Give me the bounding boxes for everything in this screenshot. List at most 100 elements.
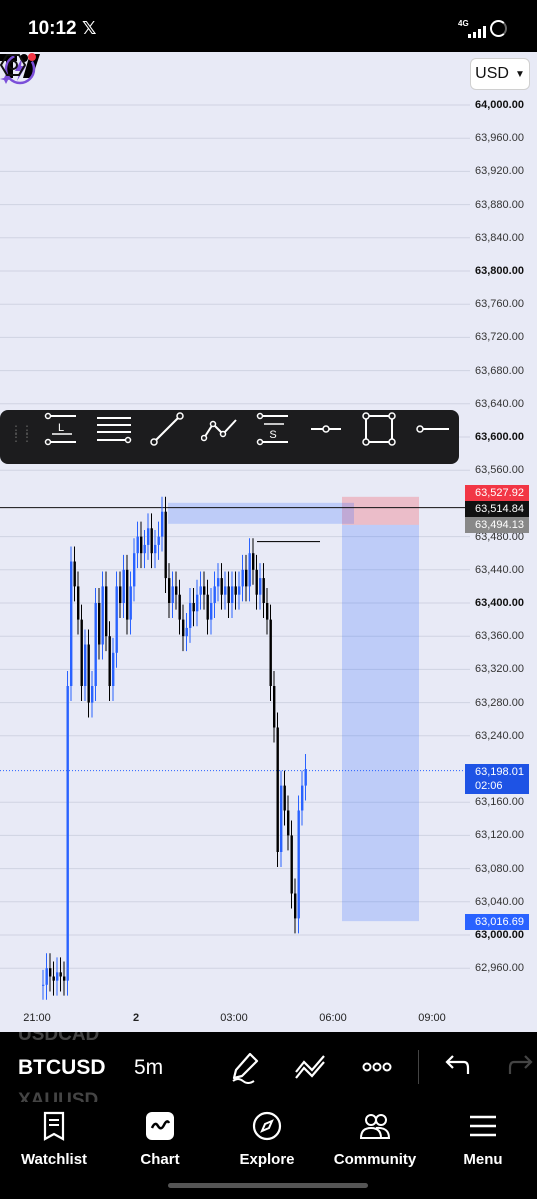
current-price: 63,198.01 [475, 766, 524, 778]
rectangle-icon[interactable] [360, 410, 398, 448]
candle-body [91, 686, 94, 703]
candle-body [105, 586, 108, 637]
candle-body [126, 569, 129, 620]
price-tick-label: 63,120.00 [475, 829, 524, 842]
prev-symbol[interactable]: USDCAD [18, 1032, 99, 1046]
candle-body [238, 586, 241, 595]
price-tick-label: 63,760.00 [475, 298, 524, 311]
undo-icon[interactable] [438, 1050, 472, 1084]
nav-menu[interactable]: Menu [433, 1110, 533, 1180]
next-symbol[interactable]: XAUUSD [18, 1090, 98, 1102]
price-tick-label: 63,440.00 [475, 563, 524, 576]
nav-watchlist[interactable]: Watchlist [4, 1110, 104, 1180]
community-icon [359, 1114, 391, 1139]
redo-icon[interactable] [506, 1050, 537, 1084]
interval-select[interactable]: 5m [134, 1056, 163, 1080]
price-tick-label: 63,800.00 [475, 265, 524, 277]
indicators-icon[interactable] [294, 1050, 328, 1084]
price-tick-label: 63,640.00 [475, 397, 524, 410]
time-tick-label: 21:00 [23, 1012, 51, 1024]
candle-body [112, 652, 115, 686]
symbol-bar[interactable]: USDCAD BTCUSD XAUUSD 5m [0, 1032, 537, 1102]
candle-body [252, 553, 255, 570]
candle-body [206, 594, 209, 620]
nav-community[interactable]: Community [325, 1110, 425, 1180]
chevron-down-icon: ▼ [514, 68, 525, 80]
candle-body [80, 619, 83, 686]
candle-body [164, 511, 167, 579]
drawing-toolbar[interactable]: ⋮⋮ ⋮⋮ L S [0, 410, 459, 464]
menu-icon [470, 1115, 496, 1137]
chart-icon [146, 1112, 174, 1140]
price-tick-label: 63,240.00 [475, 729, 524, 742]
candle-body [154, 544, 157, 554]
candle-body [192, 603, 195, 612]
path-icon[interactable] [201, 410, 239, 448]
chart-canvas[interactable] [0, 52, 537, 1032]
candle-body [136, 536, 139, 554]
candle-body [213, 586, 216, 603]
settings-icon[interactable] [0, 52, 26, 78]
candle-body [287, 810, 290, 836]
bar-countdown: 02:06 [475, 780, 503, 792]
candle-body [224, 586, 227, 595]
trend-line-icon[interactable] [148, 410, 186, 448]
candle-body [196, 594, 199, 612]
candle-body [157, 536, 160, 545]
price-tick-label: 63,040.00 [475, 895, 524, 908]
horizontal-ray-icon[interactable] [307, 410, 345, 448]
candle-body [283, 785, 286, 811]
candle-body [273, 686, 276, 728]
candle-body [280, 785, 283, 852]
price-tick-label: 64,000.00 [475, 99, 524, 111]
more-icon[interactable] [360, 1050, 394, 1084]
currency-select[interactable]: USD ▼ [470, 58, 530, 90]
candle-body [45, 968, 48, 985]
candle-body [231, 586, 234, 603]
candle-body [42, 984, 45, 986]
price-tick-label: 63,560.00 [475, 464, 524, 477]
signal-icon [464, 26, 488, 38]
svg-text:L: L [58, 422, 64, 434]
current-symbol[interactable]: BTCUSD [18, 1056, 106, 1080]
candle-body [59, 972, 62, 977]
highlight-zone [168, 502, 354, 524]
candle-body [189, 603, 192, 628]
drag-handle-icon[interactable]: ⋮⋮ ⋮⋮ [10, 424, 33, 443]
price-tick-label: 63,600.00 [475, 431, 524, 443]
candle-body [143, 544, 146, 554]
long-position-icon[interactable]: L [42, 410, 80, 448]
price-tick-label: 63,720.00 [475, 331, 524, 344]
time-tick-label: 06:00 [319, 1012, 347, 1024]
time-tick-label: 03:00 [220, 1012, 248, 1024]
price-tick-label: 63,080.00 [475, 862, 524, 875]
candle-body [304, 769, 307, 786]
horizontal-lines-icon[interactable] [95, 410, 133, 448]
price-tick-label: 63,960.00 [475, 132, 524, 145]
candle-body [56, 972, 59, 981]
crosshair-price-badge: 63,514.84 [465, 501, 529, 517]
candle-body [234, 586, 237, 595]
nav-chart[interactable]: Chart [110, 1110, 210, 1180]
candle-body [94, 603, 97, 686]
horizontal-line-icon[interactable] [413, 410, 451, 448]
pencil-icon[interactable] [228, 1050, 262, 1084]
price-tick-label: 63,400.00 [475, 597, 524, 609]
candle-body [227, 586, 230, 603]
nav-explore[interactable]: Explore [217, 1110, 317, 1180]
candle-body [98, 603, 101, 645]
target-zone [342, 524, 419, 922]
candle-body [66, 686, 69, 981]
price-tick-label: 63,840.00 [475, 231, 524, 244]
candle-body [115, 586, 118, 653]
candle-body [199, 586, 202, 595]
candle-body [168, 578, 171, 603]
candle-body [70, 561, 73, 686]
chart-area[interactable]: 64,000.00 63,960.00 63,920.00 63,880.00 63,8… [0, 52, 537, 1032]
candle-body [294, 893, 297, 919]
entry-price-badge: 63,494.13 [465, 517, 529, 533]
candle-body [248, 553, 251, 587]
candle-body [171, 586, 174, 603]
price-tick-label: 63,920.00 [475, 165, 524, 178]
short-position-icon[interactable]: S [254, 410, 292, 448]
